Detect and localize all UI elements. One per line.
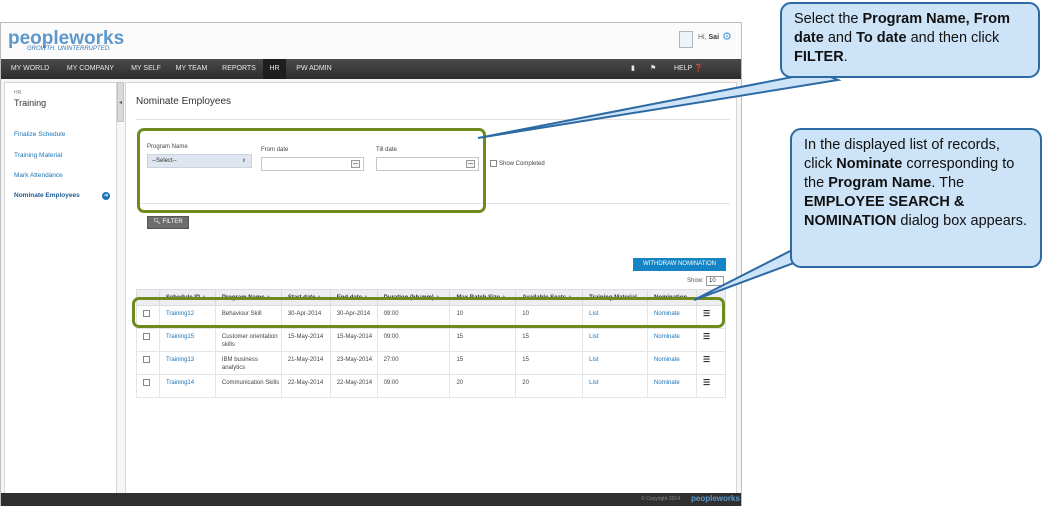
callout-filter: Select the Program Name, From date and T… <box>780 2 1040 78</box>
callout-pointer-filter <box>477 70 842 139</box>
callout-nominate-text: In the displayed list of records, click … <box>804 137 1027 229</box>
callout-nominate: In the displayed list of records, click … <box>790 128 1042 268</box>
callout-filter-text: Select the Program Name, From date and T… <box>794 11 1010 65</box>
